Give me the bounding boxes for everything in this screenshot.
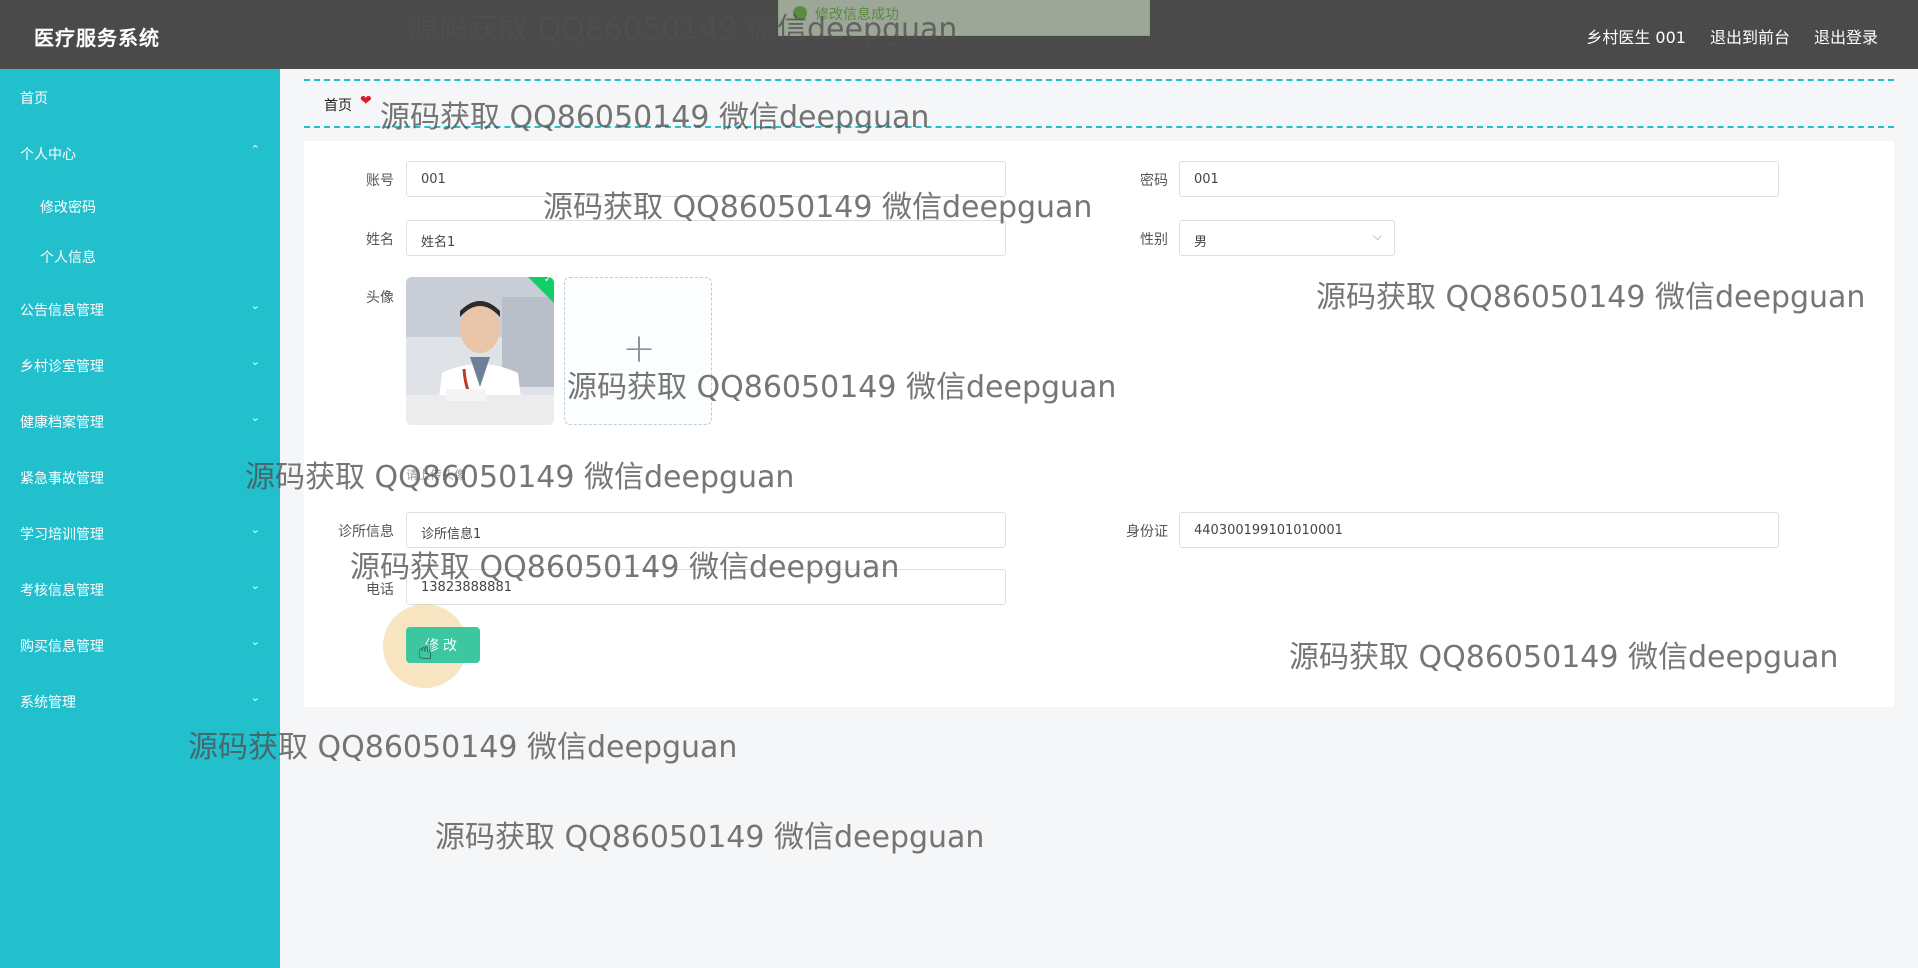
pointer-cursor-icon: ☝ [418,637,433,665]
success-icon [793,6,807,20]
sidebar-item-label: 考核信息管理 [20,583,104,599]
chevron-up-icon: ⌃ [250,143,260,156]
idcard-label: 身份证 [1126,524,1168,540]
chevron-down-icon: ⌄ [250,299,260,312]
account-field[interactable]: 001 [406,161,1006,197]
sidebar-item-label: 个人信息 [40,250,96,266]
chevron-down-icon: ⌄ [250,579,260,592]
sidebar-item-assessments[interactable]: 考核信息管理 ⌄ [0,569,280,609]
doctor-photo [406,277,554,425]
profile-form: 账号 001 密码 001 姓名 姓名1 性别 男 ⌵ 头像 ✓ + 请上传头像… [304,141,1894,707]
avatar-upload-button[interactable]: + [564,277,712,425]
current-user-label: 乡村医生 001 [1586,28,1686,47]
gender-value: 男 [1194,235,1208,250]
password-field[interactable]: 001 [1179,161,1779,197]
avatar-label: 头像 [366,290,394,306]
breadcrumb: 首页 ❤ [304,79,1894,128]
breadcrumb-home[interactable]: 首页 [324,95,352,115]
sidebar-item-label: 健康档案管理 [20,415,104,431]
phone-label: 电话 [366,582,394,598]
top-bar: 医疗服务系统 修改信息成功 乡村医生 001 退出到前台 退出登录 [0,0,1918,69]
sidebar-item-label: 学习培训管理 [20,527,104,543]
toast-text: 修改信息成功 [815,7,899,23]
sidebar-item-label: 购买信息管理 [20,639,104,655]
sidebar-item-label: 个人中心 [20,147,76,163]
sidebar-item-label: 紧急事故管理 [20,471,104,487]
name-field[interactable]: 姓名1 [406,220,1006,256]
clinic-field[interactable]: 诊所信息1 [406,512,1006,548]
avatar-upload-tip: 请上传头像 [406,468,467,482]
watermark: 源码获取 QQ86050149 微信deepguan [435,820,985,855]
chevron-down-icon: ⌄ [250,355,260,368]
sidebar-item-announcements[interactable]: 公告信息管理 ⌄ [0,289,280,329]
chevron-down-icon: ⌄ [250,523,260,536]
sidebar-item-personal-info[interactable]: 个人信息 [0,236,280,276]
back-to-front-link[interactable]: 退出到前台 [1710,24,1790,48]
chevron-down-icon: ⌄ [250,411,260,424]
gender-select[interactable]: 男 ⌵ [1179,220,1395,256]
success-toast: 修改信息成功 [778,0,1150,36]
account-label: 账号 [366,173,394,189]
sidebar-item-emergencies[interactable]: 紧急事故管理 [0,457,280,497]
sidebar-item-home[interactable]: 首页 [0,77,280,117]
sidebar-item-label: 修改密码 [40,200,96,216]
password-label: 密码 [1140,173,1168,189]
plus-icon: + [622,326,656,372]
name-label: 姓名 [366,232,394,248]
logout-link[interactable]: 退出登录 [1814,24,1878,48]
sidebar: 首页 个人中心 ⌃ 修改密码 个人信息 公告信息管理 ⌄ 乡村诊室管理 ⌄ 健康… [0,69,280,968]
heart-icon: ❤ [360,93,372,109]
avatar-preview[interactable]: ✓ [406,277,554,425]
clinic-label: 诊所信息 [338,524,394,540]
header-actions: 乡村医生 001 退出到前台 退出登录 [1586,24,1878,48]
sidebar-item-training[interactable]: 学习培训管理 ⌄ [0,513,280,553]
sidebar-item-label: 系统管理 [20,695,76,711]
idcard-field[interactable]: 440300199101010001 [1179,512,1779,548]
sidebar-item-label: 乡村诊室管理 [20,359,104,375]
gender-label: 性别 [1140,232,1168,248]
sidebar-item-system[interactable]: 系统管理 ⌄ [0,681,280,721]
chevron-down-icon: ⌄ [250,635,260,648]
sidebar-item-village-clinics[interactable]: 乡村诊室管理 ⌄ [0,345,280,385]
app-title: 医疗服务系统 [34,26,160,50]
chevron-down-icon: ⌄ [250,691,260,704]
sidebar-item-label: 首页 [20,91,48,107]
sidebar-item-purchases[interactable]: 购买信息管理 ⌄ [0,625,280,665]
phone-field[interactable]: 13823888881 [406,569,1006,605]
sidebar-item-label: 公告信息管理 [20,303,104,319]
sidebar-item-health-records[interactable]: 健康档案管理 ⌄ [0,401,280,441]
chevron-down-icon: ⌵ [1372,229,1382,243]
sidebar-item-change-password[interactable]: 修改密码 [0,186,280,226]
sidebar-item-personal-center[interactable]: 个人中心 ⌃ [0,133,280,173]
